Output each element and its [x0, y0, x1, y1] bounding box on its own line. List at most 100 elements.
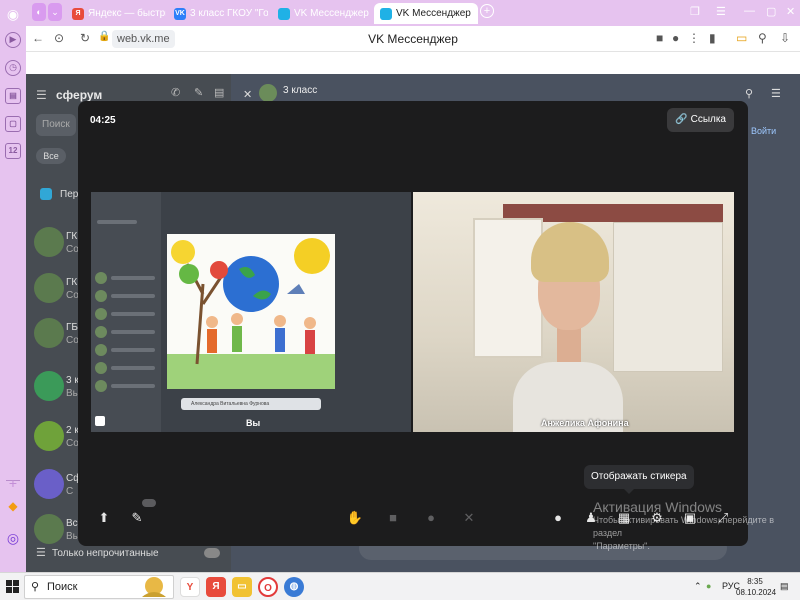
- share-screen-icon[interactable]: ⬆: [95, 509, 113, 527]
- chat-preview: Со: [66, 290, 79, 301]
- tab-label: VK Мессенджер: [396, 8, 471, 19]
- compose-icon[interactable]: ✎: [194, 86, 203, 99]
- notifications-icon[interactable]: ▤: [780, 581, 789, 592]
- chat-avatar[interactable]: [34, 514, 64, 544]
- edit-icon[interactable]: ▤: [214, 86, 224, 99]
- extensions-icon[interactable]: ⚲: [758, 31, 767, 45]
- effects-badge: [142, 499, 156, 507]
- microphone-icon[interactable]: ●: [422, 509, 440, 527]
- hamburger-icon[interactable]: ☰: [36, 88, 47, 102]
- url-field[interactable]: web.vk.me: [112, 30, 175, 48]
- end-call-icon[interactable]: ✕: [460, 509, 478, 527]
- pinned-tile-icon[interactable]: [95, 416, 105, 426]
- calendar-icon[interactable]: 12: [5, 143, 21, 159]
- brand-logo: сферум: [56, 88, 103, 102]
- back-icon[interactable]: ←: [32, 31, 44, 45]
- effects-icon[interactable]: ✎: [128, 509, 146, 527]
- market-icon[interactable]: ◆: [5, 498, 21, 514]
- windows-start-icon[interactable]: [6, 580, 20, 594]
- call-timer: 04:25: [90, 115, 116, 126]
- chat-avatar[interactable]: [34, 371, 64, 401]
- chat-preview: С: [66, 486, 74, 497]
- pinned-icon: [40, 188, 52, 200]
- maximize-icon[interactable]: ▢: [766, 5, 776, 18]
- chat-title[interactable]: Вс: [66, 518, 78, 529]
- lock-icon[interactable]: 🔒: [98, 31, 110, 42]
- clock[interactable]: 8:35 08.10.2024: [736, 576, 777, 598]
- bookmark-page-icon[interactable]: ▮: [709, 31, 716, 45]
- search-chat-icon[interactable]: ⚲: [745, 87, 753, 100]
- notes-icon[interactable]: ▢: [5, 116, 21, 132]
- close-chat-icon[interactable]: ✕: [243, 88, 252, 101]
- yandex-browser-icon[interactable]: Y: [180, 577, 200, 597]
- download-icon[interactable]: ⇩: [780, 31, 790, 45]
- chat-avatar[interactable]: [34, 227, 64, 257]
- chat-icon[interactable]: ●: [549, 509, 567, 527]
- yandex-favicon-icon: Я: [72, 7, 84, 20]
- camera-icon[interactable]: ■: [384, 509, 402, 527]
- call-icon[interactable]: ✆: [171, 86, 180, 99]
- chat-title[interactable]: 2 к: [66, 425, 79, 436]
- video-call-window: 04:25 🔗 Ссылка Александра Витальевна Фур…: [78, 101, 748, 546]
- bookmark-icon[interactable]: ☰: [716, 5, 726, 18]
- alice-icon[interactable]: ◎: [5, 530, 21, 546]
- self-tile[interactable]: Александра Витальевна Фурнова Вы: [91, 192, 411, 432]
- history-icon[interactable]: ◷: [5, 60, 21, 76]
- camera-status-icon[interactable]: ■: [656, 31, 663, 45]
- copy-icon[interactable]: ❐: [690, 5, 700, 18]
- chat-avatar[interactable]: [34, 318, 64, 348]
- chat-preview: Со: [66, 438, 79, 449]
- taskbar-search-label: Поиск: [47, 581, 78, 593]
- add-icon[interactable]: +: [5, 475, 21, 491]
- chat-title[interactable]: ГБ: [66, 322, 78, 333]
- profile-icon[interactable]: ◉: [5, 6, 21, 22]
- globe-app-icon[interactable]: ◍: [284, 577, 304, 597]
- address-bar: ← ⊙ ↻ 🔒 web.vk.me VK Мессенджер ■ ● ⋮ ▮ …: [26, 26, 800, 52]
- opera-icon[interactable]: O: [258, 577, 278, 597]
- collections-icon[interactable]: ▤: [5, 88, 21, 104]
- self-label: Вы: [246, 418, 261, 428]
- yandex-protect-icon[interactable]: ⊙: [54, 31, 64, 45]
- mic-status-icon[interactable]: ●: [672, 31, 679, 45]
- more-icon[interactable]: ⋮: [688, 31, 700, 45]
- copy-link-button[interactable]: 🔗 Ссылка: [667, 108, 734, 132]
- tray-chevron-icon[interactable]: ⌃: [694, 581, 702, 592]
- tab-vk-messenger[interactable]: VK Мессенджер ◉: [272, 3, 372, 24]
- tab-class[interactable]: VK 3 класс ГКОУ "Горловская: [168, 3, 268, 24]
- chevron-down-icon[interactable]: ⌄: [48, 3, 62, 21]
- chat-avatar[interactable]: [34, 421, 64, 451]
- menu-icon[interactable]: ◐: [32, 3, 46, 21]
- yandex-icon[interactable]: Я: [206, 577, 226, 597]
- close-window-icon[interactable]: ✕: [786, 5, 795, 18]
- clock-date: 08.10.2024: [736, 588, 777, 597]
- raise-hand-icon[interactable]: ✋: [346, 509, 364, 527]
- only-unread-toggle[interactable]: [204, 548, 220, 558]
- filter-icon[interactable]: ☰: [36, 546, 46, 559]
- chat-avatar: [259, 84, 277, 102]
- vk-messenger-favicon-icon: [278, 7, 290, 20]
- tooltip: Отображать стикера: [584, 465, 694, 494]
- browser-sidebar: ◉ ▶ ◷ ▤ ▢ 12 + ◆ ◎: [0, 0, 26, 572]
- reload-icon[interactable]: ↻: [80, 31, 90, 45]
- minimize-icon[interactable]: —: [744, 5, 755, 17]
- vk-favicon-icon: VK: [174, 7, 186, 20]
- tray-app-icon[interactable]: ●: [706, 581, 711, 591]
- chat-title[interactable]: ГК: [66, 231, 77, 242]
- search-input[interactable]: Поиск: [36, 114, 76, 136]
- participant-tile[interactable]: Анжелика Афонина: [413, 192, 734, 432]
- participant-name: Анжелика Афонина: [541, 418, 629, 428]
- more-options-icon[interactable]: ☰: [771, 87, 781, 100]
- filter-all[interactable]: Все: [36, 148, 66, 164]
- tab-yandex[interactable]: Я Яндекс — быстрый поиск: [66, 3, 166, 24]
- enter-link[interactable]: Войти: [751, 126, 776, 136]
- chat-title[interactable]: ГК: [66, 277, 77, 288]
- chat-avatar[interactable]: [34, 273, 64, 303]
- tab-vk-messenger-active[interactable]: VK Мессенджер ◂ ✕: [374, 3, 478, 24]
- new-tab-icon[interactable]: +: [480, 4, 494, 18]
- file-explorer-icon[interactable]: ▭: [232, 577, 252, 597]
- play-icon[interactable]: ▶: [5, 32, 21, 48]
- windows-activation-watermark: Активация Windows Чтобы активировать Win…: [593, 500, 800, 553]
- chat-avatar[interactable]: [34, 469, 64, 499]
- taskbar: ⚲ Поиск Y Я ▭ O ◍ ⌃ ● РУС 8:35 08.10.202…: [0, 572, 800, 600]
- chat-title[interactable]: 3 к: [66, 375, 79, 386]
